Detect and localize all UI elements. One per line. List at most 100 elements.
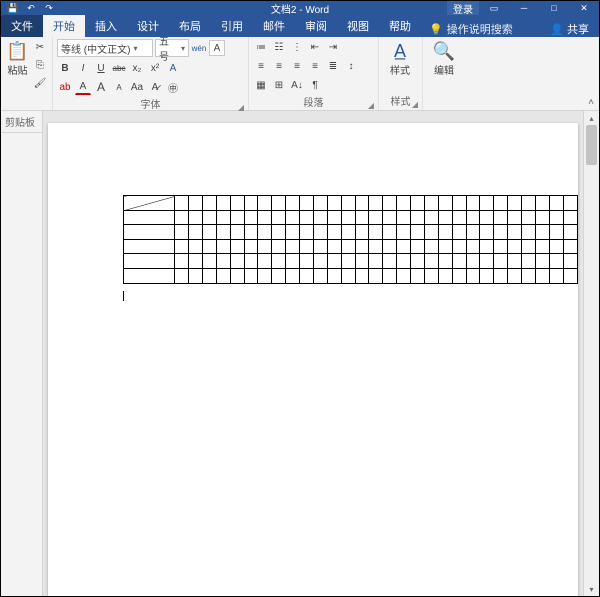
- table-cell[interactable]: [549, 239, 563, 254]
- table-cell[interactable]: [452, 196, 466, 211]
- table-cell[interactable]: [355, 268, 369, 283]
- table-cell[interactable]: [383, 239, 397, 254]
- table-cell[interactable]: [341, 254, 355, 269]
- table-cell[interactable]: [175, 268, 189, 283]
- table-cell[interactable]: [124, 239, 175, 254]
- table-cell[interactable]: [313, 254, 327, 269]
- table-cell[interactable]: [313, 225, 327, 240]
- table-cell[interactable]: [508, 268, 522, 283]
- tell-me-search[interactable]: 💡 操作说明搜索: [421, 21, 521, 37]
- text-effects-icon[interactable]: A: [165, 60, 181, 76]
- table-cell[interactable]: [244, 239, 258, 254]
- table-cell[interactable]: [300, 210, 314, 225]
- tab-mailings[interactable]: 邮件: [253, 15, 295, 37]
- table-cell[interactable]: [480, 254, 494, 269]
- tab-insert[interactable]: 插入: [85, 15, 127, 37]
- table-cell[interactable]: [244, 210, 258, 225]
- table-cell[interactable]: [383, 225, 397, 240]
- table-cell[interactable]: [286, 210, 300, 225]
- table-cell[interactable]: [175, 225, 189, 240]
- table-cell[interactable]: [230, 239, 244, 254]
- table-cell[interactable]: [355, 239, 369, 254]
- table-cell[interactable]: [355, 254, 369, 269]
- table-cell[interactable]: [508, 196, 522, 211]
- sort-icon[interactable]: A↓: [289, 77, 305, 93]
- table-cell[interactable]: [480, 239, 494, 254]
- shrink-font-icon[interactable]: A: [111, 79, 127, 95]
- table-cell[interactable]: [300, 225, 314, 240]
- table-cell[interactable]: [563, 225, 577, 240]
- cut-icon[interactable]: ✂: [32, 39, 48, 55]
- table-cell[interactable]: [216, 196, 230, 211]
- table-cell[interactable]: [244, 268, 258, 283]
- table-cell[interactable]: [369, 210, 383, 225]
- format-painter-icon[interactable]: 🖌: [32, 75, 48, 91]
- grow-font-icon[interactable]: A: [93, 79, 109, 95]
- table-cell[interactable]: [216, 210, 230, 225]
- table-cell[interactable]: [522, 196, 536, 211]
- table-cell[interactable]: [494, 225, 508, 240]
- table-cell[interactable]: [535, 210, 549, 225]
- table-cell[interactable]: [327, 225, 341, 240]
- align-left-icon[interactable]: ≡: [253, 58, 269, 74]
- document-area[interactable]: [43, 111, 583, 596]
- table-cell[interactable]: [300, 268, 314, 283]
- table-cell[interactable]: [383, 254, 397, 269]
- table-cell[interactable]: [535, 239, 549, 254]
- table-cell[interactable]: [480, 225, 494, 240]
- bullets-icon[interactable]: ≔: [253, 39, 269, 55]
- table-cell[interactable]: [175, 210, 189, 225]
- table-cell[interactable]: [522, 254, 536, 269]
- table-cell[interactable]: [549, 210, 563, 225]
- table-cell[interactable]: [480, 268, 494, 283]
- table-cell[interactable]: [397, 225, 411, 240]
- table-cell[interactable]: [466, 210, 480, 225]
- tab-view[interactable]: 视图: [337, 15, 379, 37]
- highlight-icon[interactable]: ab: [57, 79, 73, 95]
- table-cell[interactable]: [563, 254, 577, 269]
- font-color-icon[interactable]: A: [75, 79, 91, 95]
- document-table[interactable]: [123, 195, 578, 284]
- table-cell[interactable]: [327, 196, 341, 211]
- table-cell[interactable]: [244, 196, 258, 211]
- table-cell[interactable]: [313, 268, 327, 283]
- align-right-icon[interactable]: ≡: [289, 58, 305, 74]
- shading-icon[interactable]: ▦: [253, 77, 269, 93]
- table-cell[interactable]: [286, 196, 300, 211]
- styles-button[interactable]: A̲ 样式: [383, 39, 417, 79]
- table-cell[interactable]: [466, 225, 480, 240]
- table-cell[interactable]: [202, 225, 216, 240]
- font-size-select[interactable]: 五号 ▾: [155, 39, 189, 57]
- table-cell[interactable]: [230, 254, 244, 269]
- login-button[interactable]: 登录: [447, 1, 479, 15]
- table-cell[interactable]: [508, 225, 522, 240]
- increase-indent-icon[interactable]: ⇥: [325, 39, 341, 55]
- table-cell[interactable]: [383, 196, 397, 211]
- table-cell[interactable]: [452, 254, 466, 269]
- tab-file[interactable]: 文件: [1, 15, 43, 37]
- table-cell[interactable]: [424, 268, 438, 283]
- table-cell[interactable]: [466, 254, 480, 269]
- tab-references[interactable]: 引用: [211, 15, 253, 37]
- tab-help[interactable]: 帮助: [379, 15, 421, 37]
- undo-icon[interactable]: ↶: [23, 2, 39, 14]
- table-cell[interactable]: [124, 225, 175, 240]
- table-cell[interactable]: [438, 225, 452, 240]
- change-case-icon[interactable]: Aa: [129, 79, 145, 95]
- table-cell[interactable]: [397, 210, 411, 225]
- table-cell[interactable]: [549, 268, 563, 283]
- table-cell[interactable]: [272, 225, 286, 240]
- table-cell[interactable]: [300, 239, 314, 254]
- table-cell[interactable]: [175, 254, 189, 269]
- table-cell[interactable]: [230, 225, 244, 240]
- table-cell[interactable]: [189, 225, 203, 240]
- table-cell[interactable]: [258, 254, 272, 269]
- table-cell[interactable]: [313, 210, 327, 225]
- table-cell[interactable]: [508, 239, 522, 254]
- decrease-indent-icon[interactable]: ⇤: [307, 39, 323, 55]
- scroll-down-icon[interactable]: ▾: [584, 582, 599, 596]
- table-cell[interactable]: [216, 225, 230, 240]
- table-cell[interactable]: [258, 196, 272, 211]
- table-cell[interactable]: [522, 239, 536, 254]
- table-cell[interactable]: [438, 210, 452, 225]
